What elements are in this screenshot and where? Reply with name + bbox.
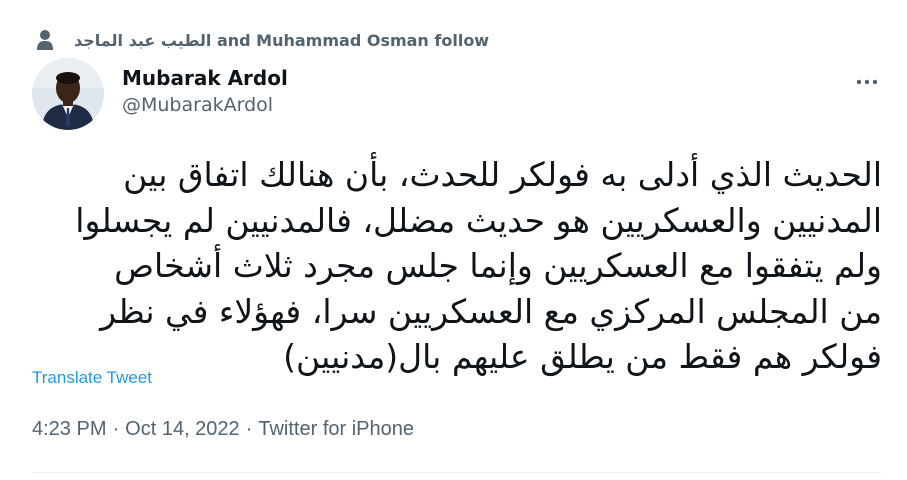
meta-separator: · (245, 418, 253, 440)
social-context-arabic-name: الطيب عبد الماجد (74, 30, 212, 50)
tweet-source[interactable]: Twitter for iPhone (258, 418, 414, 440)
translate-tweet-link[interactable]: Translate Tweet (32, 368, 152, 388)
more-icon (856, 70, 878, 89)
tweet-text: الحديث الذي أدلى به فولكر للحدث، بأن هنا… (75, 155, 882, 376)
tweet-date[interactable]: Oct 14, 2022 (125, 418, 240, 440)
tweet-time[interactable]: 4:23 PM (32, 418, 106, 440)
author-block[interactable]: Mubarak Ardol @MubarakArdol (122, 64, 288, 118)
person-icon (36, 29, 54, 51)
social-context-text: الطيب عبد الماجد and Muhammad Osman foll… (74, 31, 489, 50)
author-name[interactable]: Mubarak Ardol (122, 64, 288, 92)
meta-separator: · (112, 418, 120, 440)
avatar[interactable] (32, 58, 104, 130)
divider (32, 472, 882, 473)
more-options-button[interactable] (850, 62, 884, 96)
social-context[interactable]: الطيب عبد الماجد and Muhammad Osman foll… (36, 28, 489, 52)
tweet-metadata: 4:23 PM · Oct 14, 2022 · Twitter for iPhone (32, 418, 414, 441)
social-context-rest: and Muhammad Osman follow (211, 30, 490, 50)
author-handle[interactable]: @MubarakArdol (122, 92, 288, 118)
